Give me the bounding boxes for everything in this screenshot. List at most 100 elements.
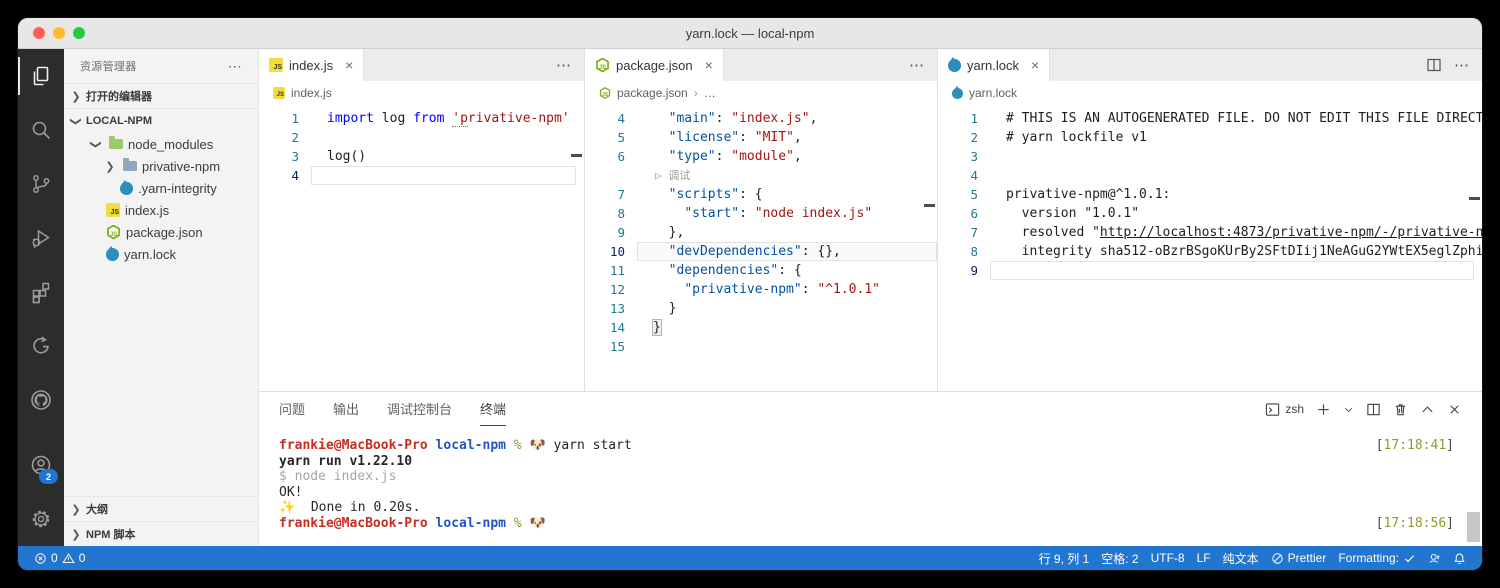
tab-yarn-lock[interactable]: yarn.lock × xyxy=(938,49,1051,81)
title-bar[interactable]: yarn.lock — local-npm xyxy=(18,18,1482,49)
bottom-panel: 问题 输出 调试控制台 终端 zsh frankie@MacBook-Pro l… xyxy=(259,391,1482,546)
github-icon[interactable] xyxy=(18,373,64,427)
gitlens-icon[interactable] xyxy=(18,319,64,373)
indentation-status[interactable]: 空格: 2 xyxy=(1095,546,1144,570)
outline-label: 大纲 xyxy=(86,504,108,516)
close-tab-icon[interactable]: × xyxy=(1031,57,1039,73)
editor-actions-more-icon[interactable]: ⋯ xyxy=(556,56,572,74)
formatting-status[interactable]: Formatting: xyxy=(1332,546,1422,570)
line-number: 14 xyxy=(609,320,625,335)
terminal-dropdown-icon[interactable] xyxy=(1343,402,1354,417)
code-line: 3 log() xyxy=(259,147,584,166)
terminal-scrollbar[interactable] xyxy=(1467,512,1480,542)
code-line: 2 xyxy=(259,128,584,147)
tree-item-yarn-lock[interactable]: yarn.lock xyxy=(64,243,258,265)
code-line: 7 resolved "http://localhost:4873/privat… xyxy=(938,223,1482,242)
code-editor-index-js[interactable]: 1 import log from 'privative-npm' 2 3 log() 4 xyxy=(259,105,584,391)
npm-scripts-section[interactable]: ❯ NPM 脚本 xyxy=(64,521,258,546)
prettier-status[interactable]: Prettier xyxy=(1265,546,1333,570)
source-control-icon[interactable] xyxy=(18,157,64,211)
language-mode-status[interactable]: 纯文本 xyxy=(1217,546,1265,570)
code-line: 5 "license": "MIT", xyxy=(585,128,937,147)
open-editors-label: 打开的编辑器 xyxy=(86,91,152,103)
split-terminal-icon[interactable] xyxy=(1366,402,1381,417)
tree-item-node-modules[interactable]: ❯ node_modules xyxy=(64,133,258,155)
maximize-panel-icon[interactable] xyxy=(1420,402,1435,417)
line-number: 1 xyxy=(291,111,299,126)
tab-index-js[interactable]: JS index.js × xyxy=(259,49,365,81)
breadcrumb-item[interactable]: … xyxy=(704,86,716,100)
line-number: 3 xyxy=(291,149,299,164)
breadcrumb-item[interactable]: package.json xyxy=(617,86,688,100)
activity-bar: 2 xyxy=(18,49,64,546)
tree-item-yarn-integrity[interactable]: .yarn-integrity xyxy=(64,177,258,199)
accounts-icon[interactable]: 2 xyxy=(18,438,64,492)
minimize-window-button[interactable] xyxy=(53,27,65,39)
feedback-status[interactable] xyxy=(1422,546,1447,570)
node-file-icon: JS xyxy=(107,224,120,240)
zoom-window-button[interactable] xyxy=(73,27,85,39)
tab-problems[interactable]: 问题 xyxy=(279,392,305,426)
tab-bar: JS package.json × ⋯ xyxy=(585,49,937,81)
open-editors-section[interactable]: ❯ 打开的编辑器 xyxy=(64,83,258,108)
terminal-line: ✨ Done in 0.20s. xyxy=(279,500,421,515)
line-number: 4 xyxy=(291,168,299,183)
line-number: 2 xyxy=(291,130,299,145)
settings-gear-icon[interactable] xyxy=(18,492,64,546)
cursor-position-status[interactable]: 行 9, 列 1 xyxy=(1033,546,1096,570)
close-tab-icon[interactable]: × xyxy=(345,57,353,73)
tree-item-index-js[interactable]: JS index.js xyxy=(64,199,258,221)
notifications-status[interactable] xyxy=(1447,546,1472,570)
breadcrumb-item[interactable]: index.js xyxy=(291,86,332,100)
accounts-badge: 2 xyxy=(39,469,58,484)
code-line: 1 # THIS IS AN AUTOGENERATED FILE. DO NOT… xyxy=(938,109,1482,128)
code-line: 12 "privative-npm": "^1.0.1" xyxy=(585,280,937,299)
terminal-output[interactable]: frankie@MacBook-Pro local-npm % 🐶 yarn s… xyxy=(259,426,1482,546)
panel-actions: zsh xyxy=(1265,392,1462,426)
editor-actions-more-icon[interactable]: ⋯ xyxy=(1454,56,1470,74)
error-count: 0 xyxy=(51,551,58,565)
code-line: 13 } xyxy=(585,299,937,318)
close-window-button[interactable] xyxy=(33,27,45,39)
editor-actions-more-icon[interactable]: ⋯ xyxy=(909,56,925,74)
new-terminal-icon[interactable] xyxy=(1316,402,1331,417)
split-editor-icon[interactable] xyxy=(1426,57,1442,73)
line-number: 9 xyxy=(617,225,625,240)
breadcrumb-separator-icon: › xyxy=(693,86,698,100)
eol-status[interactable]: LF xyxy=(1191,546,1217,570)
project-section[interactable]: ❯ LOCAL-NPM xyxy=(64,108,258,133)
breadcrumb-item[interactable]: yarn.lock xyxy=(969,86,1017,100)
extensions-icon[interactable] xyxy=(18,265,64,319)
sidebar-bottom-sections: ❯ 大纲 ❯ NPM 脚本 xyxy=(64,496,258,546)
kill-terminal-trash-icon[interactable] xyxy=(1393,402,1408,417)
line-number: 13 xyxy=(609,301,625,316)
line-number: 3 xyxy=(970,149,978,164)
tree-item-privative-npm[interactable]: ❯ privative-npm xyxy=(64,155,258,177)
tab-terminal[interactable]: 终端 xyxy=(480,392,507,426)
explorer-icon[interactable] xyxy=(18,49,64,103)
line-number: 10 xyxy=(609,244,625,259)
close-panel-icon[interactable] xyxy=(1447,402,1462,417)
tab-debug-console[interactable]: 调试控制台 xyxy=(387,392,452,426)
tab-output[interactable]: 输出 xyxy=(333,392,359,426)
code-line: 6 "type": "module", xyxy=(585,147,937,166)
code-line: 9 }, xyxy=(585,223,937,242)
line-number: 4 xyxy=(617,111,625,126)
yarn-file-icon xyxy=(948,56,961,72)
chevron-down-icon: ❯ xyxy=(89,139,102,149)
encoding-status[interactable]: UTF-8 xyxy=(1145,546,1191,570)
codelens-debug[interactable]: ▷ 调试 xyxy=(585,166,937,185)
terminal-shell-picker[interactable]: zsh xyxy=(1265,402,1304,417)
problems-status[interactable]: 0 0 xyxy=(28,546,91,570)
tree-item-package-json[interactable]: JS package.json xyxy=(64,221,258,243)
close-tab-icon[interactable]: × xyxy=(705,57,713,73)
run-debug-icon[interactable] xyxy=(18,211,64,265)
tab-package-json[interactable]: JS package.json × xyxy=(585,49,724,81)
search-icon[interactable] xyxy=(18,103,64,157)
breadcrumb: yarn.lock xyxy=(938,81,1482,105)
javascript-file-icon: JS xyxy=(106,203,120,217)
sidebar-more-actions-icon[interactable]: ⋯ xyxy=(228,58,242,75)
outline-section[interactable]: ❯ 大纲 xyxy=(64,496,258,521)
code-editor-package-json[interactable]: 4 "main": "index.js", 5 "license": "MIT",… xyxy=(585,105,937,391)
code-editor-yarn-lock[interactable]: 1 # THIS IS AN AUTOGENERATED FILE. DO NOT… xyxy=(938,105,1482,391)
